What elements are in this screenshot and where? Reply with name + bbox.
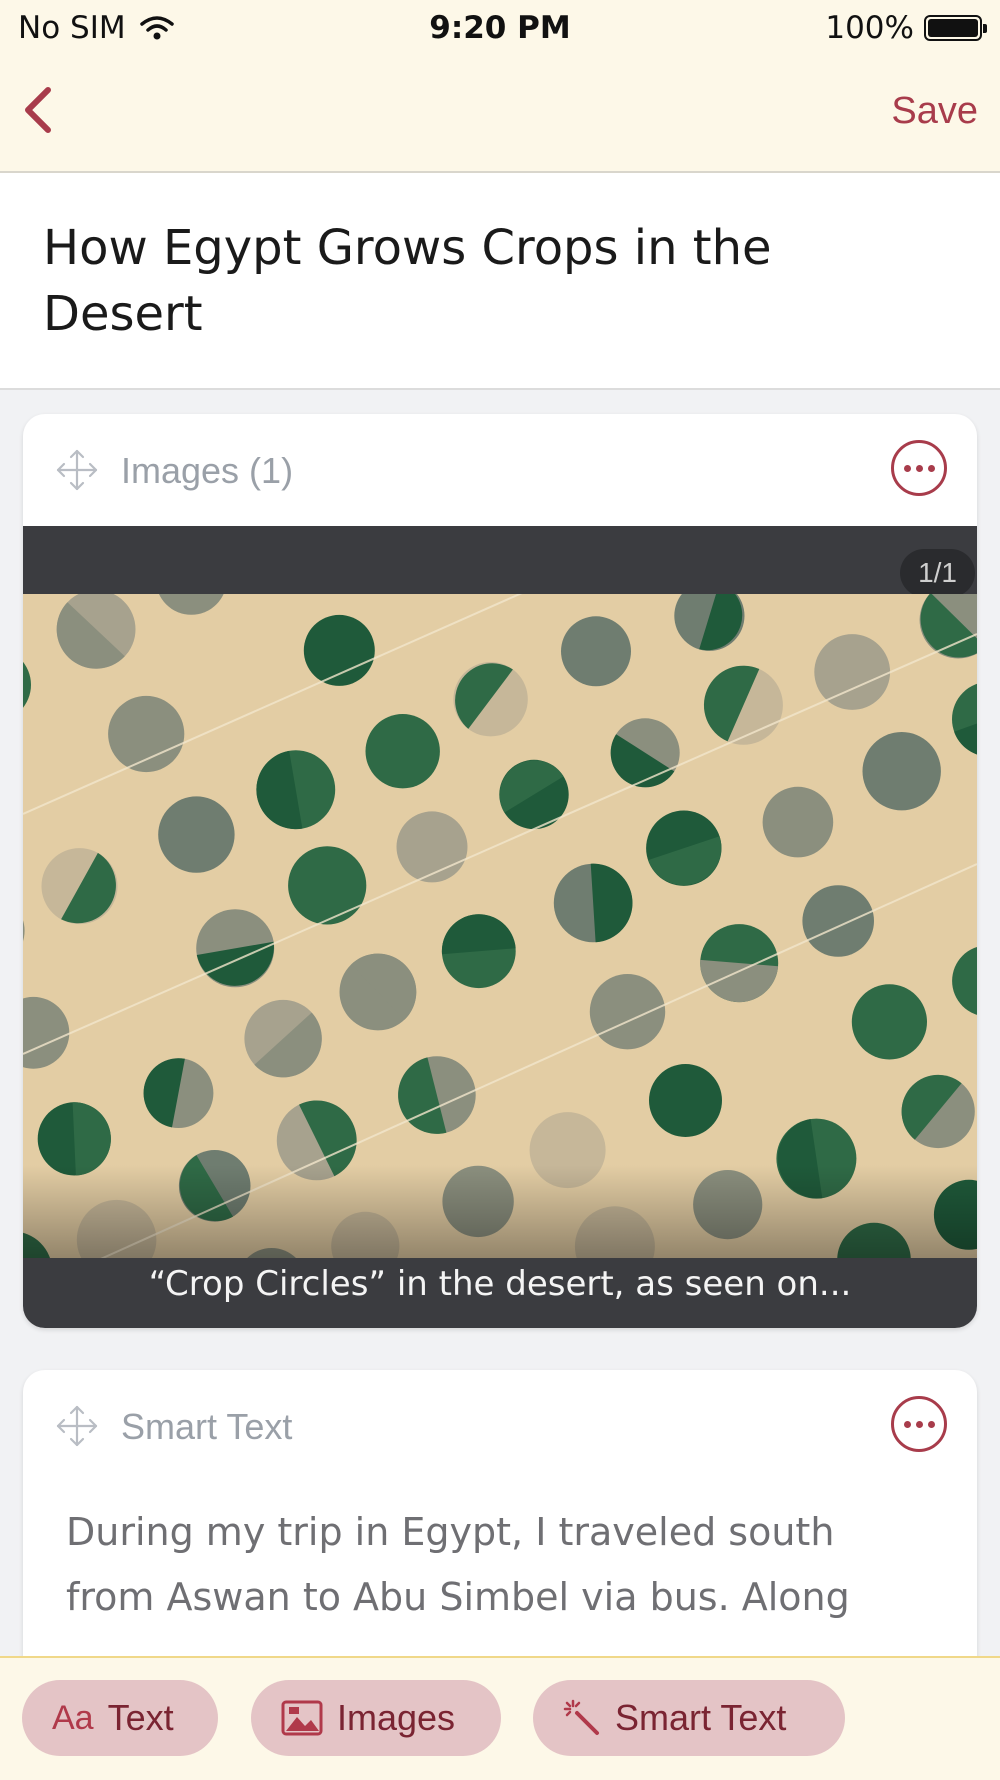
- move-handle-icon[interactable]: [55, 448, 99, 492]
- dot-icon: [916, 1421, 923, 1428]
- add-text-label: Text: [108, 1697, 174, 1739]
- add-images-label: Images: [337, 1697, 455, 1739]
- add-smart-text-button[interactable]: Smart Text: [533, 1680, 845, 1756]
- dot-icon: [916, 465, 923, 472]
- back-chevron-icon[interactable]: [14, 80, 64, 140]
- images-block-header: Images (1): [23, 414, 977, 526]
- image-caption: “Crop Circles” in the desert, as seen on…: [23, 1264, 977, 1304]
- battery-icon: [924, 15, 982, 41]
- crop-circles-photo: [23, 594, 977, 1258]
- add-smart-text-label: Smart Text: [615, 1697, 786, 1739]
- navigation-bar: Save: [0, 54, 1000, 173]
- save-button[interactable]: Save: [891, 90, 978, 133]
- text-format-icon: Aa: [52, 1699, 94, 1738]
- smart-text-body[interactable]: During my trip in Egypt, I traveled sout…: [66, 1500, 926, 1630]
- dot-icon: [904, 465, 911, 472]
- image-carousel[interactable]: 1/1 “Crop Circles” in the desert, as see…: [23, 526, 977, 1328]
- images-block-label: Images (1): [121, 450, 293, 492]
- add-images-button[interactable]: Images: [251, 1680, 501, 1756]
- dot-icon: [904, 1421, 911, 1428]
- smart-text-block-label: Smart Text: [121, 1406, 292, 1448]
- add-text-button[interactable]: Aa Text: [22, 1680, 218, 1756]
- status-right: 100%: [825, 10, 982, 46]
- more-options-button[interactable]: [891, 1396, 947, 1452]
- images-block-card: Images (1) 1/1 “Crop Circles”: [23, 414, 977, 1328]
- smart-text-block-header: Smart Text: [23, 1370, 977, 1482]
- battery-percent: 100%: [825, 10, 914, 46]
- title-section: How Egypt Grows Crops in the Desert: [0, 173, 1000, 390]
- dot-icon: [928, 465, 935, 472]
- image-icon: [281, 1700, 323, 1736]
- status-bar: No SIM 9:20 PM 100%: [0, 0, 1000, 54]
- story-title[interactable]: How Egypt Grows Crops in the Desert: [43, 215, 923, 347]
- dot-icon: [928, 1421, 935, 1428]
- bottom-toolbar: Aa Text Images Smart Text: [0, 1656, 1000, 1780]
- magic-wand-icon: [563, 1699, 601, 1737]
- move-handle-icon[interactable]: [55, 1404, 99, 1448]
- image-counter-badge: 1/1: [900, 549, 975, 597]
- more-options-button[interactable]: [891, 440, 947, 496]
